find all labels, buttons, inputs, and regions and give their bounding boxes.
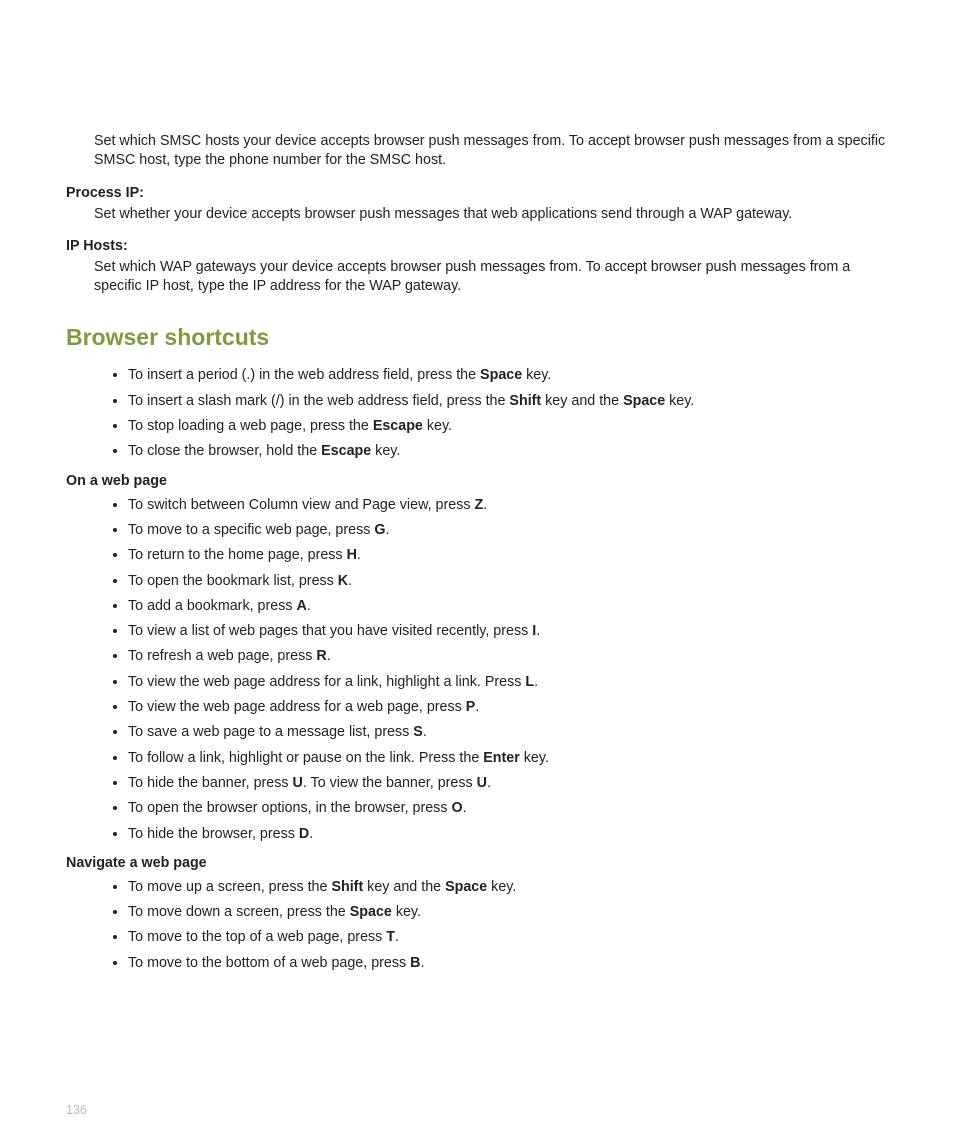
list-item: To view a list of web pages that you hav… [128, 619, 888, 644]
key-label: A [296, 598, 306, 614]
list-item: To view the web page address for a link,… [128, 670, 888, 695]
key-label: U [293, 775, 303, 791]
key-label: R [316, 648, 326, 664]
shortcut-list-top: To insert a period (.) in the web addres… [66, 363, 888, 464]
list-item: To move down a screen, press the Space k… [128, 900, 888, 925]
list-item: To move to the bottom of a web page, pre… [128, 951, 888, 976]
def-body: Set whether your device accepts browser … [94, 205, 888, 224]
list-item: To insert a period (.) in the web addres… [128, 363, 888, 388]
section-title-browser-shortcuts: Browser shortcuts [66, 324, 888, 351]
list-item: To save a web page to a message list, pr… [128, 720, 888, 745]
list-item: To switch between Column view and Page v… [128, 493, 888, 518]
key-label: Space [623, 393, 665, 409]
key-label: L [525, 674, 534, 690]
key-label: O [451, 800, 462, 816]
list-item: To hide the browser, press D. [128, 822, 888, 847]
list-item: To close the browser, hold the Escape ke… [128, 439, 888, 464]
def-term: IP Hosts: [66, 238, 888, 254]
list-item: To move to a specific web page, press G. [128, 518, 888, 543]
list-item: To refresh a web page, press R. [128, 644, 888, 669]
intro-paragraph: Set which SMSC hosts your device accepts… [94, 132, 888, 171]
list-item: To open the bookmark list, press K. [128, 569, 888, 594]
definition-ip-hosts: IP Hosts: Set which WAP gateways your de… [66, 238, 888, 297]
key-label: D [299, 826, 309, 842]
list-item: To move to the top of a web page, press … [128, 925, 888, 950]
subhead-navigate-web-page: Navigate a web page [66, 855, 888, 871]
key-label: Space [350, 904, 392, 920]
list-item: To follow a link, highlight or pause on … [128, 746, 888, 771]
key-label: S [413, 724, 423, 740]
list-item: To insert a slash mark (/) in the web ad… [128, 389, 888, 414]
key-label: U [477, 775, 487, 791]
list-item: To add a bookmark, press A. [128, 594, 888, 619]
key-label: Space [480, 367, 522, 383]
subhead-on-a-web-page: On a web page [66, 473, 888, 489]
page-content: Set which SMSC hosts your device accepts… [0, 0, 954, 1145]
shortcut-list-on-page: To switch between Column view and Page v… [66, 493, 888, 847]
key-label: Shift [331, 879, 363, 895]
key-label: K [338, 573, 348, 589]
list-item: To hide the banner, press U. To view the… [128, 771, 888, 796]
key-label: T [386, 929, 395, 945]
key-label: Shift [509, 393, 541, 409]
key-label: G [374, 522, 385, 538]
list-item: To stop loading a web page, press the Es… [128, 414, 888, 439]
definition-process-ip: Process IP: Set whether your device acce… [66, 185, 888, 224]
key-label: P [466, 699, 476, 715]
key-label: Escape [373, 418, 423, 434]
key-label: Enter [483, 750, 520, 766]
shortcut-list-navigate: To move up a screen, press the Shift key… [66, 875, 888, 976]
key-label: H [347, 547, 357, 563]
page-number: 136 [66, 1103, 87, 1117]
key-label: Z [474, 497, 483, 513]
key-label: Space [445, 879, 487, 895]
list-item: To return to the home page, press H. [128, 543, 888, 568]
key-label: B [410, 955, 420, 971]
def-body: Set which WAP gateways your device accep… [94, 258, 888, 297]
list-item: To view the web page address for a web p… [128, 695, 888, 720]
list-item: To move up a screen, press the Shift key… [128, 875, 888, 900]
list-item: To open the browser options, in the brow… [128, 796, 888, 821]
key-label: Escape [321, 443, 371, 459]
def-term: Process IP: [66, 185, 888, 201]
